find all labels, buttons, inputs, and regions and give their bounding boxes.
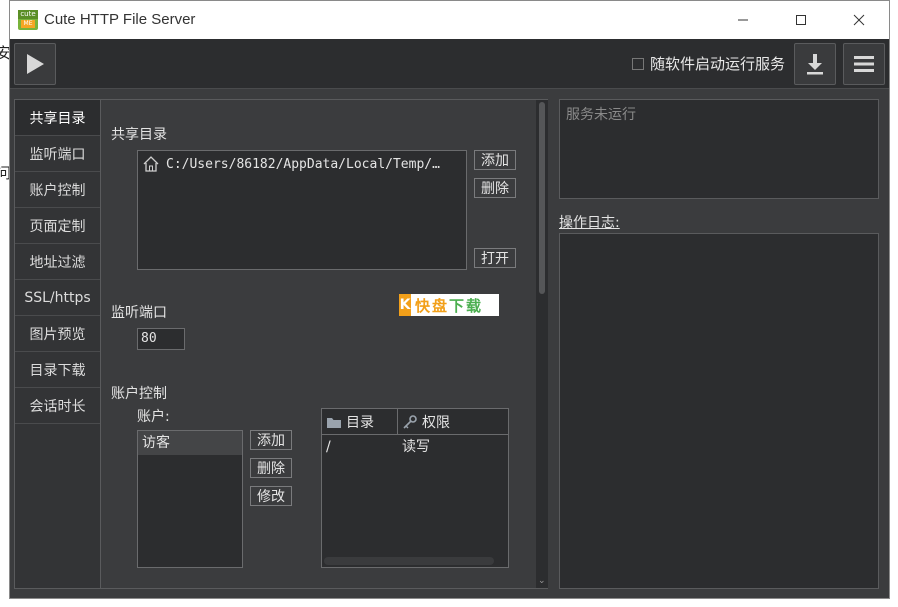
menu-button[interactable]: [843, 43, 885, 85]
delete-dir-button[interactable]: 删除: [474, 178, 516, 198]
maximize-icon: [796, 15, 806, 25]
home-icon: [143, 156, 159, 172]
folder-icon: [327, 417, 341, 428]
shared-dir-path: C:/Users/86182/AppData/Local/Temp/…: [166, 156, 440, 172]
autostart-checkbox[interactable]: [632, 57, 644, 70]
port-input[interactable]: 80: [137, 328, 185, 350]
nav-item-dir-download[interactable]: 目录下载: [15, 352, 100, 388]
delete-account-button[interactable]: 删除: [250, 458, 292, 478]
add-account-button[interactable]: 添加: [250, 430, 292, 450]
accounts-label: 账户:: [137, 409, 170, 425]
settings-panel: 共享目录 监听端口 账户控制 页面定制 地址过滤 SSL/https 图片预览 …: [14, 99, 548, 589]
minimize-button[interactable]: [720, 1, 766, 39]
play-icon: [27, 54, 44, 74]
close-icon: [853, 14, 865, 26]
settings-content: 共享目录 C:/Users/86182/AppData/Local/Temp/……: [101, 100, 547, 588]
column-header-perm[interactable]: 权限: [398, 409, 450, 434]
open-dir-button[interactable]: 打开: [474, 248, 516, 268]
settings-nav: 共享目录 监听端口 账户控制 页面定制 地址过滤 SSL/https 图片预览 …: [15, 100, 101, 588]
scroll-down-icon[interactable]: ⌄: [538, 576, 546, 586]
operation-log-label: 操作日志:: [559, 215, 620, 231]
nav-item-address-filter[interactable]: 地址过滤: [15, 244, 100, 280]
shared-dir-title: 共享目录: [111, 127, 167, 143]
app-logo-icon: cute ME: [18, 10, 38, 30]
nav-item-image-preview[interactable]: 图片预览: [15, 316, 100, 352]
watermark-logo: K 快盘下载: [399, 294, 499, 316]
shared-dir-list[interactable]: C:/Users/86182/AppData/Local/Temp/…: [137, 150, 467, 270]
watermark-mark: K: [399, 294, 411, 316]
key-icon: [403, 414, 417, 429]
permission-table[interactable]: 目录 权限 / 读写: [321, 408, 509, 568]
nav-item-ssl[interactable]: SSL/https: [15, 280, 100, 316]
listen-port-title: 监听端口: [111, 305, 167, 321]
start-server-button[interactable]: [14, 43, 56, 85]
download-button[interactable]: [794, 43, 836, 85]
window-title: Cute HTTP File Server: [44, 11, 196, 28]
horizontal-scrollbar[interactable]: [324, 557, 494, 565]
operation-log[interactable]: [559, 233, 879, 589]
title-bar[interactable]: cute ME Cute HTTP File Server: [10, 1, 889, 39]
table-header: 目录 权限: [322, 409, 508, 435]
nav-item-listen-port[interactable]: 监听端口: [15, 136, 100, 172]
edit-account-button[interactable]: 修改: [250, 486, 292, 506]
nav-item-shared-dir[interactable]: 共享目录: [15, 100, 100, 136]
column-header-dir[interactable]: 目录: [322, 409, 398, 434]
add-dir-button[interactable]: 添加: [474, 150, 516, 170]
minimize-icon: [738, 19, 748, 21]
table-cell-dir: /: [326, 439, 331, 455]
app-window: cute ME Cute HTTP File Server 随软件启动运行服务: [9, 0, 890, 599]
table-cell-perm: 读写: [402, 439, 430, 455]
autostart-option[interactable]: 随软件启动运行服务: [632, 53, 785, 74]
maximize-button[interactable]: [778, 1, 824, 39]
table-row[interactable]: / 读写: [322, 435, 508, 459]
nav-item-account-control[interactable]: 账户控制: [15, 172, 100, 208]
toolbar: 随软件启动运行服务: [10, 39, 889, 89]
autostart-label: 随软件启动运行服务: [650, 55, 786, 73]
hamburger-icon: [854, 56, 874, 72]
server-status-box: 服务未运行: [559, 99, 879, 199]
account-list[interactable]: 访客: [137, 430, 243, 568]
list-item[interactable]: 访客: [138, 431, 242, 455]
watermark-text: 快盘下载: [415, 296, 484, 315]
nav-item-session-duration[interactable]: 会话时长: [15, 388, 100, 424]
list-item[interactable]: C:/Users/86182/AppData/Local/Temp/…: [142, 155, 440, 173]
scrollbar-thumb[interactable]: [539, 102, 545, 294]
close-button[interactable]: [836, 1, 882, 39]
account-control-title: 账户控制: [111, 386, 167, 402]
vertical-scrollbar[interactable]: ⌄: [536, 100, 548, 588]
nav-item-page-custom[interactable]: 页面定制: [15, 208, 100, 244]
download-icon: [807, 54, 823, 75]
